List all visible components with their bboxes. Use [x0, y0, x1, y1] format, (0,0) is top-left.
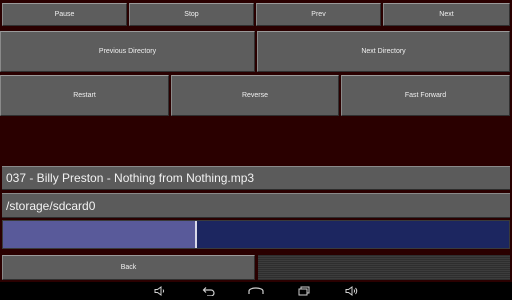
restart-button[interactable]: Restart — [0, 75, 169, 116]
next-button[interactable]: Next — [383, 3, 510, 26]
volume-down-icon[interactable] — [152, 284, 168, 298]
next-directory-button[interactable]: Next Directory — [257, 31, 510, 72]
prev-button[interactable]: Prev — [256, 3, 381, 26]
back-icon[interactable] — [200, 284, 216, 298]
previous-directory-button[interactable]: Previous Directory — [0, 31, 255, 72]
stop-button[interactable]: Stop — [129, 3, 254, 26]
progress-fill — [3, 221, 196, 248]
footer-spacer — [258, 255, 510, 280]
system-nav-bar — [0, 282, 512, 300]
progress-handle[interactable] — [195, 221, 198, 248]
progress-bar[interactable] — [2, 220, 510, 249]
directory-path: /storage/sdcard0 — [2, 193, 510, 218]
home-icon[interactable] — [248, 284, 264, 298]
volume-up-icon[interactable] — [344, 284, 360, 298]
fast-forward-button[interactable]: Fast Forward — [341, 75, 510, 116]
pause-button[interactable]: Pause — [2, 3, 127, 26]
reverse-button[interactable]: Reverse — [171, 75, 339, 116]
track-name: 037 - Billy Preston - Nothing from Nothi… — [2, 166, 510, 190]
recent-apps-icon[interactable] — [296, 284, 312, 298]
back-button[interactable]: Back — [2, 255, 255, 280]
